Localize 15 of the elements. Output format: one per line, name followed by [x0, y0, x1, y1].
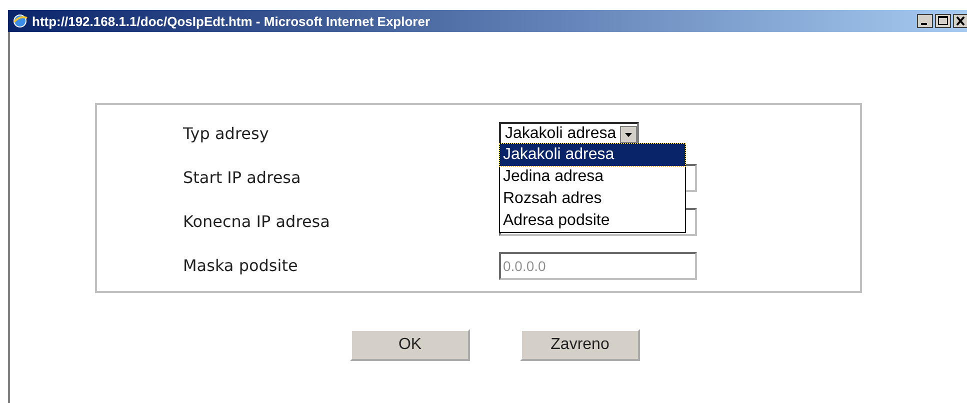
- dropdown-option[interactable]: Adresa podsite: [500, 210, 685, 232]
- field-label: Maska podsite: [183, 255, 299, 277]
- globe-icon: [12, 13, 28, 29]
- close-icon[interactable]: [953, 14, 967, 28]
- ok-button[interactable]: OK: [350, 329, 470, 361]
- minimize-icon[interactable]: [917, 14, 933, 28]
- dropdown-option[interactable]: Jedina adresa: [500, 166, 685, 188]
- dropdown-option[interactable]: Rozsah adres: [500, 188, 685, 210]
- field-label: Start IP adresa: [183, 167, 302, 189]
- close-button[interactable]: Zavreno: [520, 329, 640, 361]
- window-title: http://192.168.1.1/doc/QosIpEdt.htm - Microsoft Internet Explorer: [32, 14, 432, 28]
- dropdown-option[interactable]: Jakakoli adresa: [500, 144, 685, 166]
- maximize-icon[interactable]: [935, 14, 951, 28]
- field-label: Typ adresy: [183, 123, 270, 145]
- field-label: Konecna IP adresa: [183, 211, 331, 233]
